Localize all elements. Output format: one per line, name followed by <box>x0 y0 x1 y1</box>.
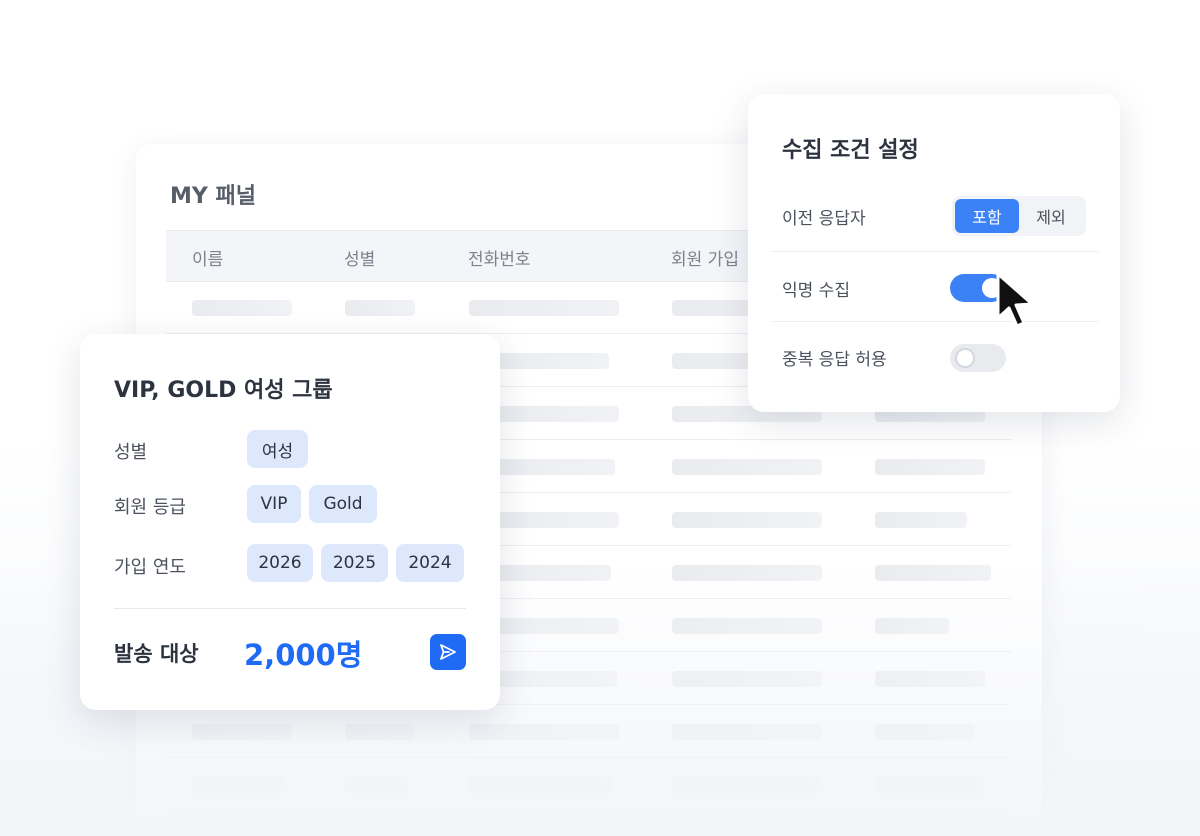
placeholder-cell <box>875 671 985 687</box>
cursor-icon <box>996 272 1034 328</box>
placeholder-cell <box>875 459 985 475</box>
anonymous-collection-label: 익명 수집 <box>782 281 850 301</box>
placeholder-cell <box>875 512 967 528</box>
placeholder-cell <box>345 777 409 793</box>
placeholder-cell <box>469 300 619 316</box>
target-group-card: VIP, GOLD 여성 그룹 성별 여성 회원 등급 VIP Gold 가입 … <box>80 334 500 710</box>
settings-divider <box>772 251 1098 252</box>
placeholder-cell <box>672 512 822 528</box>
column-header-name[interactable]: 이름 <box>192 245 223 270</box>
collection-settings-card: 수집 조건 설정 이전 응답자 포함 제외 익명 수집 중복 응답 허용 <box>748 94 1120 412</box>
column-header-phone[interactable]: 전화번호 <box>468 245 531 270</box>
placeholder-cell <box>875 565 991 581</box>
filter-chip-vip[interactable]: VIP <box>247 485 301 523</box>
placeholder-cell <box>672 459 822 475</box>
group-divider <box>114 608 466 609</box>
placeholder-cell <box>672 618 822 634</box>
exclude-option-button[interactable]: 제외 <box>1019 199 1083 233</box>
placeholder-cell <box>345 724 415 740</box>
placeholder-cell <box>469 777 613 793</box>
placeholder-cell <box>469 724 619 740</box>
previous-respondents-label: 이전 응답자 <box>782 209 866 229</box>
settings-divider <box>772 321 1098 322</box>
row-divider <box>166 757 1011 758</box>
placeholder-cell <box>875 777 985 793</box>
filter-chip-female[interactable]: 여성 <box>247 430 308 468</box>
placeholder-cell <box>672 724 822 740</box>
placeholder-cell <box>469 830 619 836</box>
toggle-knob <box>955 348 975 368</box>
grade-filter-label: 회원 등급 <box>114 497 186 518</box>
year-filter-label: 가입 연도 <box>114 557 186 578</box>
placeholder-cell <box>875 724 975 740</box>
send-icon <box>440 644 456 660</box>
placeholder-cell <box>345 830 415 836</box>
placeholder-cell <box>672 830 822 836</box>
placeholder-cell <box>192 724 292 740</box>
include-option-button[interactable]: 포함 <box>955 199 1019 233</box>
row-divider <box>166 810 1011 811</box>
placeholder-cell <box>192 830 292 836</box>
send-button[interactable] <box>430 634 466 670</box>
filter-chip-2025[interactable]: 2025 <box>321 544 388 582</box>
group-title: VIP, GOLD 여성 그룹 <box>114 378 333 403</box>
column-header-join[interactable]: 회원 가입 <box>671 245 739 270</box>
placeholder-cell <box>875 618 949 634</box>
previous-respondents-segmented-control: 포함 제외 <box>952 196 1086 236</box>
placeholder-cell <box>345 300 415 316</box>
placeholder-cell <box>672 671 822 687</box>
allow-duplicate-label: 중복 응답 허용 <box>782 350 887 370</box>
allow-duplicate-toggle[interactable] <box>950 344 1006 372</box>
filter-chip-gold[interactable]: Gold <box>309 485 377 523</box>
placeholder-cell <box>672 565 822 581</box>
placeholder-cell <box>672 777 822 793</box>
placeholder-cell <box>192 300 292 316</box>
send-target-label: 발송 대상 <box>114 642 199 666</box>
filter-chip-2026[interactable]: 2026 <box>247 544 313 582</box>
send-target-count: 2,000명 <box>244 638 363 672</box>
placeholder-cell <box>875 830 975 836</box>
gender-filter-label: 성별 <box>114 442 148 463</box>
panel-title: MY 패널 <box>170 184 256 209</box>
filter-chip-2024[interactable]: 2024 <box>396 544 464 582</box>
column-header-gender[interactable]: 성별 <box>344 245 375 270</box>
settings-title: 수집 조건 설정 <box>782 138 919 163</box>
placeholder-cell <box>192 777 286 793</box>
